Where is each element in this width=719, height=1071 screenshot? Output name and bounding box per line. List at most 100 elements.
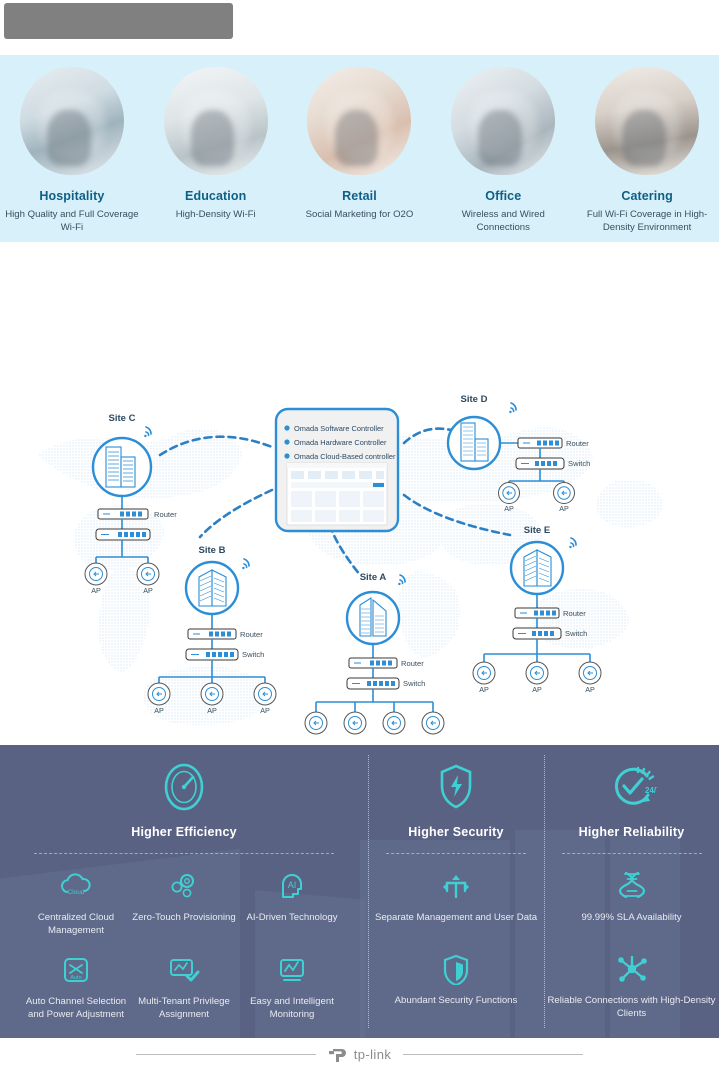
site-e-switch-label: Switch <box>565 629 587 638</box>
tp-link-mark <box>328 1048 346 1062</box>
feature-item-separate-management[interactable]: Separate Management and User Data <box>372 866 540 925</box>
scenario-title: Hospitality <box>39 189 105 203</box>
feature-item-label: 99.99% SLA Availability <box>581 912 682 923</box>
feature-item-ai-driven[interactable]: AI AI-Driven Technology <box>238 866 346 938</box>
feature-row-2: Auto Auto Channel Selection and Power Ad… <box>0 950 368 1022</box>
feature-column-efficiency: Higher Efficiency Cloud Centralized Clou… <box>0 745 368 1038</box>
controller-bullet-2: Omada Cloud-Based controller <box>294 452 396 461</box>
svg-text:AP: AP <box>207 706 217 715</box>
feature-title: Higher Reliability <box>578 825 685 839</box>
controller-dashboard-thumbnail <box>286 462 388 526</box>
feature-row-1: 99.99% SLA Availability <box>544 866 719 925</box>
page-footer: tp-link <box>0 1038 719 1071</box>
feature-column-reliability: 24/7 Higher Reliability 99.99% SLA A <box>544 745 719 1038</box>
feature-item-label: Easy and Intelligent Monitoring <box>250 995 334 1020</box>
monitor-check-icon <box>130 950 238 990</box>
column-divider <box>368 755 369 1028</box>
catering-photo <box>595 67 700 175</box>
site-e-label: Site E <box>524 525 550 536</box>
site-b-router-icon <box>187 628 237 640</box>
feature-row-2: Reliable Connections with High-Density C… <box>544 949 719 1021</box>
feature-item-label: Centralized Cloud Management <box>37 912 115 936</box>
site-b-switch-icon <box>185 648 239 661</box>
feature-item-sla[interactable]: 99.99% SLA Availability <box>548 866 716 925</box>
feature-item-label: Abundant Security Functions <box>394 994 518 1006</box>
feature-row-1: Cloud Centralized Cloud Management Zero-… <box>0 866 368 938</box>
feature-item-monitoring[interactable]: Easy and Intelligent Monitoring <box>238 950 346 1022</box>
feature-item-label: Reliable Connections with High-Density C… <box>547 994 716 1019</box>
features-panel: Higher Efficiency Cloud Centralized Clou… <box>0 745 719 1038</box>
scenario-card-catering[interactable]: Catering Full Wi-Fi Coverage in High-Den… <box>580 67 714 234</box>
site-b-label: Site B <box>199 545 226 556</box>
scenario-card-retail[interactable]: Retail Social Marketing for O2O <box>292 67 426 222</box>
tp-link-logo: tp-link <box>328 1045 391 1065</box>
site-a-ap-1 <box>343 711 367 735</box>
feature-divider <box>561 853 702 854</box>
nodes-icon <box>548 949 716 989</box>
office-photo <box>451 67 556 175</box>
site-c-router-icon <box>97 508 149 520</box>
svg-text:AP: AP <box>585 685 595 694</box>
svg-text:AP: AP <box>143 586 153 595</box>
feature-item-label: Separate Management and User Data <box>374 912 538 923</box>
site-d-label: Site D <box>461 394 488 405</box>
site-c-switch-icon <box>95 528 151 541</box>
omada-controller-box: Omada Software Controller Omada Hardware… <box>274 407 400 533</box>
scenario-title: Education <box>185 189 247 203</box>
scenario-desc: High Quality and Full Coverage Wi-Fi <box>5 209 139 233</box>
site-a-label: Site A <box>360 572 387 583</box>
site-d-switch-icon <box>515 457 565 470</box>
badge-247: 24/7 <box>645 786 657 795</box>
feature-item-label: AI-Driven Technology <box>246 912 338 923</box>
scenario-card-hospitality[interactable]: Hospitality High Quality and Full Covera… <box>5 67 139 234</box>
site-e-router-icon <box>514 607 560 619</box>
feature-column-security: Higher Security Separate Management and … <box>368 745 544 1038</box>
footer-rule-right <box>403 1054 584 1055</box>
speedometer-icon <box>0 759 368 815</box>
svg-text:Cloud: Cloud <box>68 889 85 896</box>
scenario-title: Catering <box>621 189 673 203</box>
feature-item-label: Auto Channel Selection and Power Adjustm… <box>25 995 127 1020</box>
feature-row-2: Abundant Security Functions <box>368 949 544 1008</box>
feature-title: Higher Efficiency <box>131 825 237 839</box>
gears-icon <box>130 866 238 906</box>
site-a-ap-0 <box>304 711 328 735</box>
shield-lock-icon <box>372 949 540 989</box>
svg-text:Auto: Auto <box>70 975 81 981</box>
feature-head-security: Higher Security <box>368 759 544 854</box>
feature-item-centralized-cloud[interactable]: Cloud Centralized Cloud Management <box>22 866 130 938</box>
site-d-router-icon <box>517 437 563 449</box>
site-c-label: Site C <box>109 413 136 424</box>
shield-bolt-icon <box>368 759 544 815</box>
svg-text:AP: AP <box>504 504 514 513</box>
site-d-router-label: Router <box>566 439 589 448</box>
feature-divider <box>34 853 334 854</box>
feature-item-zero-touch[interactable]: Zero-Touch Provisioning <box>130 866 238 938</box>
site-d-switch-label: Switch <box>568 459 590 468</box>
feature-item-security-functions[interactable]: Abundant Security Functions <box>372 949 540 1008</box>
scenario-desc: Social Marketing for O2O <box>305 209 414 220</box>
check-247-icon: 24/7 <box>544 759 719 815</box>
column-divider <box>544 755 545 1028</box>
feature-item-reliable-connections[interactable]: Reliable Connections with High-Density C… <box>548 949 716 1021</box>
feature-item-label: Zero-Touch Provisioning <box>132 912 236 923</box>
scenario-title: Retail <box>342 189 377 203</box>
site-a-ap-2 <box>382 711 406 735</box>
scenario-title: Office <box>485 189 522 203</box>
feature-item-auto-channel[interactable]: Auto Auto Channel Selection and Power Ad… <box>22 950 130 1022</box>
site-c-router-label: Router <box>154 510 177 519</box>
feature-row-1: Separate Management and User Data <box>368 866 544 925</box>
dna-icon <box>548 866 716 906</box>
scenario-card-education[interactable]: Education High-Density Wi-Fi <box>149 67 283 222</box>
monitor-chart-icon <box>238 950 346 990</box>
controller-bullet-list: Omada Software Controller Omada Hardware… <box>284 424 396 461</box>
scenario-card-office[interactable]: Office Wireless and Wired Connections <box>436 67 570 234</box>
site-a-ap-3 <box>421 711 445 735</box>
scenario-desc: Full Wi-Fi Coverage in High-Density Envi… <box>586 209 708 233</box>
svg-text:AP: AP <box>91 586 101 595</box>
feature-item-multi-tenant[interactable]: Multi-Tenant Privilege Assignment <box>130 950 238 1022</box>
scenarios-band: Hospitality High Quality and Full Covera… <box>0 55 719 242</box>
retail-photo <box>307 67 412 175</box>
site-a-switch-label: Switch <box>403 679 425 688</box>
top-redacted-bar <box>4 3 233 39</box>
